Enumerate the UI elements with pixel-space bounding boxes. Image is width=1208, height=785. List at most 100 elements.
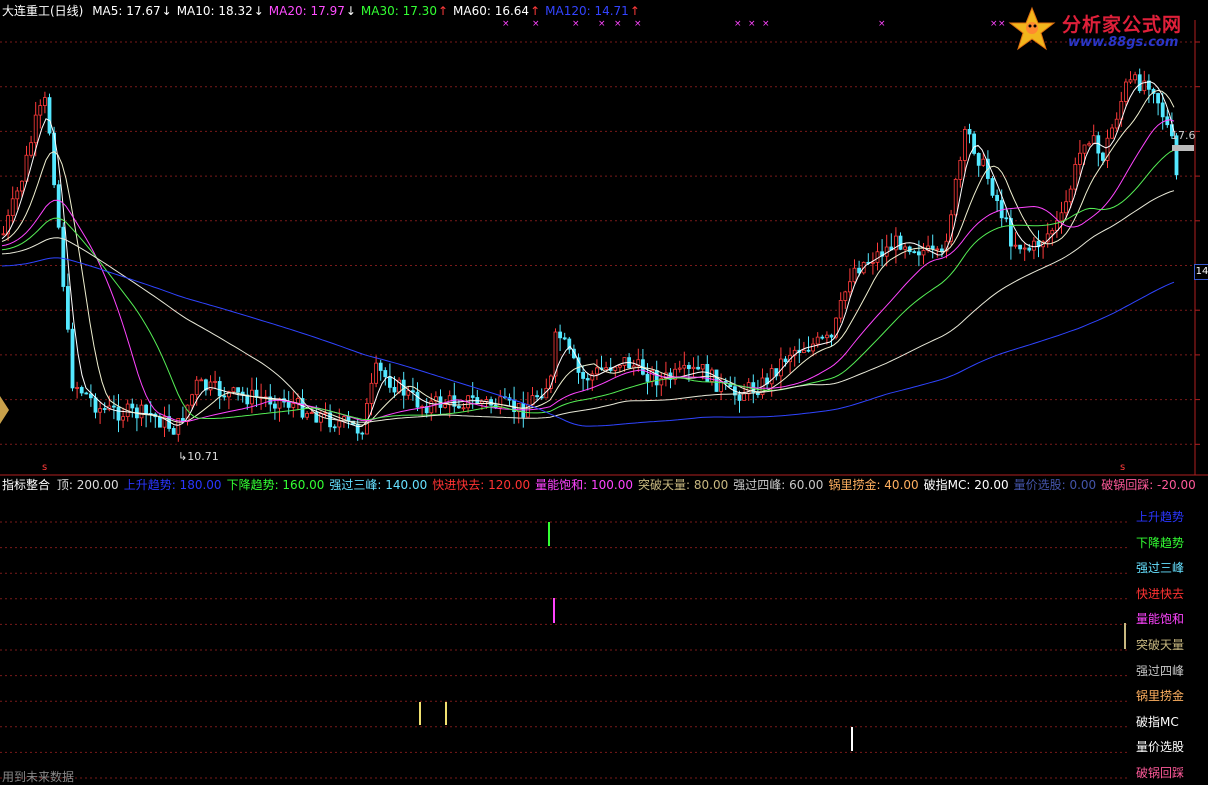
candlesticks[interactable] [1, 68, 1179, 442]
candle-body [769, 368, 774, 385]
logo-emblem-icon [1008, 6, 1056, 51]
candle-body [305, 413, 310, 418]
arrow-down-icon: ↓ [345, 4, 356, 18]
candle-body [157, 416, 162, 428]
indicator-value: 锅里捞金: 40.00 [828, 478, 919, 492]
series-label: 量能饱和 [1136, 612, 1185, 627]
scroll-handle[interactable] [0, 396, 9, 424]
candle-body [967, 128, 972, 135]
candle-body [291, 403, 296, 408]
series-label: 锅里捞金 [1136, 689, 1185, 704]
signal-bars[interactable] [419, 522, 1126, 751]
signal-bar [548, 522, 550, 546]
candle-body [953, 178, 958, 216]
candle-body [332, 426, 337, 429]
candle-body [1082, 144, 1087, 154]
candle-body [213, 381, 218, 383]
ma-item: MA30: 17.30↑ [360, 4, 449, 18]
candle-body [779, 358, 783, 377]
candle-body [1027, 247, 1032, 251]
ma-item: MA120: 14.71↑ [545, 4, 640, 18]
candle-body [562, 337, 567, 340]
indicator-value: 快进快去: 120.00 [432, 478, 531, 492]
candle-body [79, 387, 84, 394]
candle-body [1110, 127, 1114, 139]
candle-body [857, 267, 861, 274]
indicator-value: 破锅回踩: -20.00 [1101, 478, 1196, 492]
x-marker: × [572, 19, 580, 29]
candle-body [811, 343, 815, 352]
series-label: 快进快去 [1136, 586, 1185, 601]
candle-body [1055, 220, 1059, 231]
candle-body [677, 367, 682, 370]
candle-body [383, 370, 388, 378]
candle-body [456, 405, 461, 409]
candle-body [875, 251, 880, 263]
candle-body [461, 407, 466, 410]
candle-body [102, 408, 107, 410]
arrow-up-icon: ↑ [629, 4, 640, 18]
candle-body [479, 401, 484, 404]
series-label: 强过四峰 [1136, 663, 1185, 678]
logo-url: www.88gs.com [1068, 35, 1179, 50]
candle-body [1073, 164, 1078, 190]
candle-body [309, 412, 314, 414]
candle-body [825, 334, 829, 339]
x-marker: × [748, 19, 756, 29]
series-label: 破指MC [1136, 714, 1179, 729]
candle-body [595, 367, 599, 375]
x-marker: × [502, 19, 510, 29]
candle-body [98, 408, 102, 413]
low-price-value: 10.71 [187, 450, 219, 463]
candle-body [1101, 152, 1105, 161]
candle-body [990, 178, 995, 196]
candle-body [56, 184, 61, 228]
candle-body [1128, 79, 1133, 83]
s-marker-left: s [42, 462, 48, 473]
ma-item: MA5: 17.67↓ [92, 4, 172, 18]
indicator-value: 顶: 200.00 [56, 478, 119, 492]
x-marker: × [990, 19, 998, 29]
candle-body [387, 376, 392, 388]
candle-body [249, 389, 254, 405]
x-marker: × [598, 19, 606, 29]
candle-body [355, 423, 360, 434]
indicator-value: 上升趋势: 180.00 [123, 478, 222, 492]
signal-bar [1124, 623, 1126, 649]
candle-body [1050, 229, 1055, 235]
candle-body [139, 404, 144, 419]
candle-body [737, 394, 742, 401]
candle-body [38, 105, 43, 116]
candle-body [43, 97, 47, 106]
candle-body [1160, 102, 1165, 118]
candle-body [1, 233, 6, 236]
candle-body [392, 386, 397, 393]
candle-body [199, 379, 204, 382]
last-price-marker [1172, 145, 1194, 151]
candle-body [613, 366, 618, 371]
s-marker-right: s [1120, 462, 1126, 473]
last-price-label: 17.6 [1171, 129, 1196, 142]
logo-title: 分析家公式网 [1062, 14, 1183, 36]
candle-body [406, 390, 411, 396]
candle-body [802, 349, 806, 353]
series-label: 突破天量 [1136, 638, 1185, 652]
candle-body [231, 387, 236, 393]
candle-body [1087, 143, 1091, 146]
candle-body [112, 405, 116, 408]
candle-body [144, 404, 149, 414]
candle-body [829, 334, 834, 338]
candle-body [443, 404, 448, 408]
candle-body [29, 142, 34, 156]
x-markers: × × × × × × × × × × × × [502, 19, 1006, 29]
candle-body [190, 394, 195, 406]
x-marker: × [734, 19, 742, 29]
candle-body [222, 395, 227, 398]
candle-body [940, 248, 944, 252]
candle-body [75, 387, 79, 389]
x-marker: × [878, 19, 886, 29]
candle-body [429, 400, 434, 414]
candle-body [838, 300, 843, 319]
candle-body [645, 373, 650, 382]
candle-body [10, 198, 15, 216]
